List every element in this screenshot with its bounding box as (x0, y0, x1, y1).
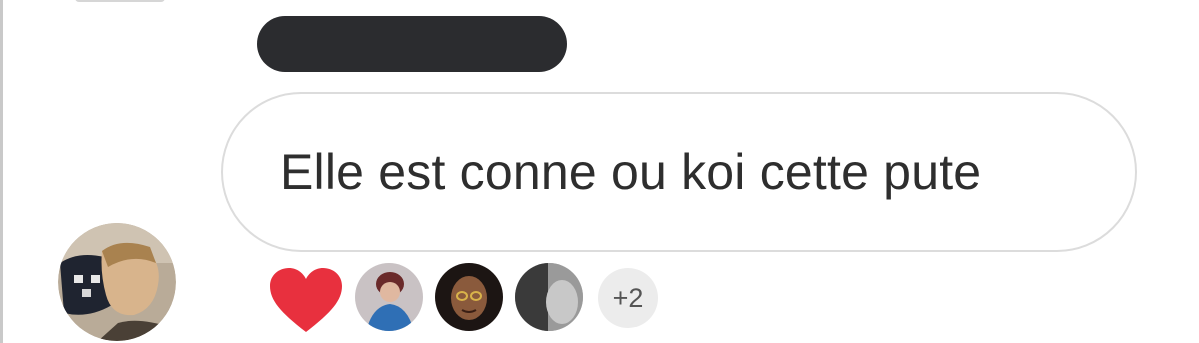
sender-avatar[interactable] (58, 223, 176, 341)
message-text: Elle est conne ou koi cette pute (280, 144, 982, 200)
heart-shape (270, 268, 342, 332)
seen-by-row: +2 (268, 262, 688, 332)
seen-avatar-2[interactable] (434, 262, 504, 332)
left-divider (0, 0, 3, 343)
more-viewers-badge[interactable]: +2 (598, 268, 658, 328)
heart-icon[interactable] (268, 266, 344, 334)
message-bubble[interactable]: Elle est conne ou koi cette pute (221, 92, 1137, 252)
seen-avatar-1[interactable] (354, 262, 424, 332)
more-viewers-count: +2 (612, 282, 644, 313)
previous-message-fragment (75, 0, 165, 2)
redaction-bar (257, 16, 567, 72)
seen-avatar-3[interactable] (514, 262, 584, 332)
redacted-sender-name (257, 16, 567, 72)
